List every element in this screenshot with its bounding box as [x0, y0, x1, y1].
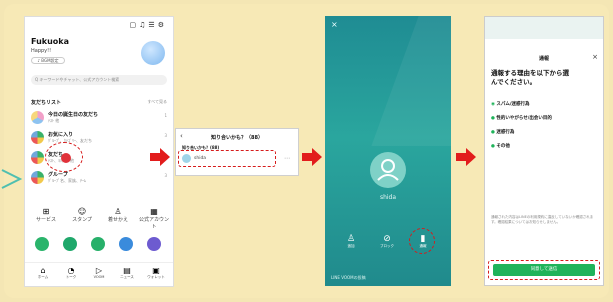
reason-option[interactable]: ● その他 [491, 143, 597, 157]
notice-text: 通報された内容はLINEの利用規約に違反していないか確認されます。確認結果につい… [491, 215, 594, 224]
app-icon[interactable] [35, 237, 49, 251]
highlight-rect [178, 150, 276, 167]
tab-home[interactable]: ⌂ ホーム [29, 266, 57, 280]
report-prompt: 通報する理由を以下から選んでください。 [491, 69, 569, 86]
block-button[interactable]: ⊘ ブロック [375, 234, 399, 249]
step-arrow-icon [456, 148, 476, 166]
list-item[interactable]: グループ ｸﾞﾙｰﾌﾟ名、家族、ﾁｰﾑ 3 [31, 170, 167, 186]
voom-link[interactable]: LINE VOOMの投稿 [331, 275, 366, 281]
header-title: 通報 [538, 56, 549, 62]
profile-name: Fukuoka [31, 37, 69, 46]
close-icon[interactable]: × [592, 53, 598, 61]
profile-name: shida [379, 194, 397, 201]
step-arrow-icon [302, 148, 322, 166]
sticker-icon[interactable]: ☺ スタンプ [67, 207, 97, 223]
reason-option[interactable]: ● 性的いやがらせ/出会い目的 [491, 115, 597, 129]
app-icon[interactable] [147, 237, 161, 251]
group-icon [31, 171, 44, 184]
status-message: Happy!! [31, 48, 52, 54]
avatar [370, 152, 406, 188]
search-input[interactable]: Q キーワードやチャット、公式アカウント検索 [31, 75, 167, 85]
more-icon[interactable]: ⋯ [284, 155, 290, 162]
highlight-rect [488, 260, 600, 280]
birthday-icon [31, 111, 44, 124]
reason-list: ◉ スパム/迷惑行為 ● 性的いやがらせ/出会い目的 ● 迷惑行為 ● その他 [491, 101, 597, 157]
friend-list-heading: 友だちリスト [31, 100, 62, 106]
theme-icon[interactable]: ♙ 着せかえ [103, 207, 133, 223]
favorites-icon [31, 131, 44, 144]
list-item[interactable]: お気に入り ｸﾞﾙｰﾌﾟ、ｶﾃｺﾞﾘｰ、友だち 3 [31, 130, 167, 146]
profile-screen: × shida ♙ 追加 ⊘ ブロック ▮ 通報 LINE VOOMの投稿 [325, 16, 451, 286]
person-icon [377, 159, 399, 181]
tab-voom[interactable]: ▷ VOOM [85, 266, 113, 279]
panel-title: 知り合いかも？（88） [211, 135, 263, 141]
avatar[interactable] [141, 41, 165, 65]
official-account-icon[interactable]: ▦ 公式アカウント [137, 207, 171, 230]
decor-shape [371, 16, 451, 146]
app-icon[interactable] [119, 237, 133, 251]
list-item[interactable]: 今日の誕生日の友だち ﾃｽﾄ 他 1 [31, 110, 167, 126]
app-icon[interactable] [63, 237, 77, 251]
service-icon[interactable]: ⊞ サービス [31, 207, 61, 223]
services-row: ⊞ サービス ☺ スタンプ ♙ 着せかえ ▦ 公式アカウント [25, 207, 173, 230]
report-screen: 通報 × 通報する理由を以下から選んでください。 ◉ スパム/迷惑行為 ● 性的… [484, 16, 604, 286]
step-arrow-icon [150, 148, 170, 166]
suggested-friends-panel: ‹ 知り合いかも？（88） 知り合いかも？(88) shida ⋯ [175, 128, 299, 176]
tab-bar: ⌂ ホーム ◔ トーク ▷ VOOM ▤ ニュース ▣ ウォレット [25, 262, 173, 286]
reason-option[interactable]: ● 迷惑行為 [491, 129, 597, 143]
connector-arrow-icon [1, 169, 23, 189]
close-icon[interactable]: × [331, 20, 338, 29]
highlight-circle [45, 142, 83, 172]
app-icon[interactable] [91, 237, 105, 251]
header-icons: ▢♫☰⚙ [129, 21, 167, 29]
top-strip [485, 17, 603, 39]
add-friend-button[interactable]: ♙ 追加 [339, 234, 363, 249]
bgm-pill[interactable]: ♪ BGM設定 [31, 57, 65, 64]
tab-wallet[interactable]: ▣ ウォレット [141, 266, 171, 280]
tab-news[interactable]: ▤ ニュース [113, 266, 141, 280]
tab-talk[interactable]: ◔ トーク [57, 266, 85, 280]
friends-icon [31, 151, 44, 164]
reason-option[interactable]: ◉ スパム/迷惑行為 [491, 101, 597, 115]
highlight-circle [409, 228, 435, 254]
see-all-link[interactable]: すべて見る [147, 99, 167, 105]
